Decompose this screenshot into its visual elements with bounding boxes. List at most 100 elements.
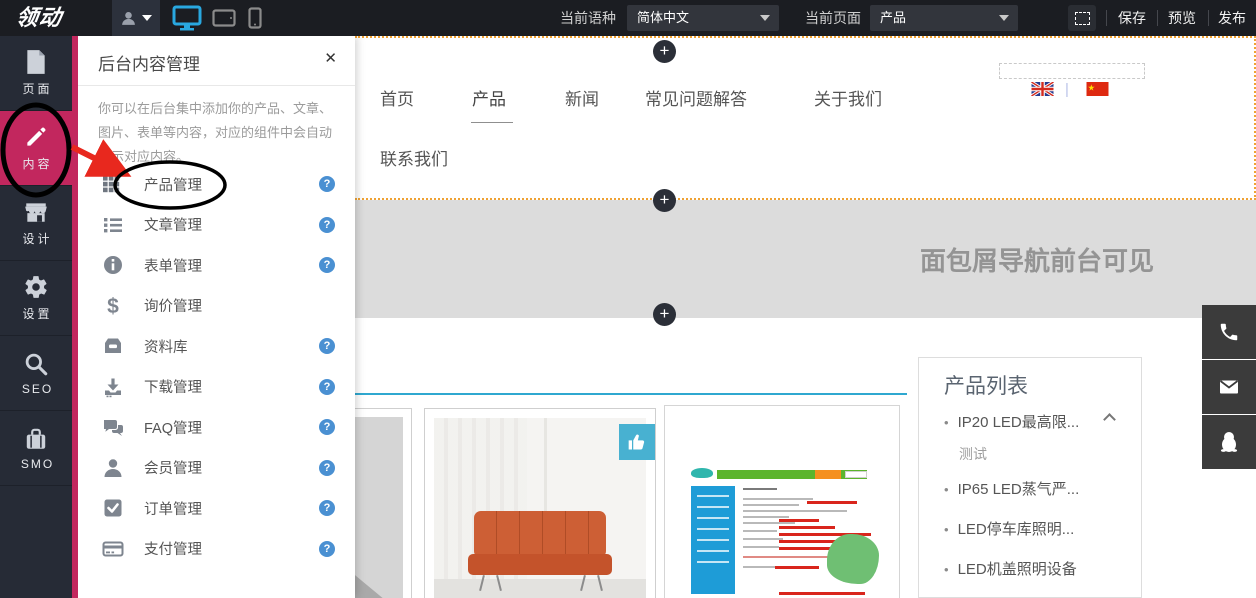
plus-icon: + [660, 41, 670, 60]
product-list-item[interactable]: •IP65 LED蒸气严... [944, 478, 1079, 499]
publish-button[interactable]: 发布 [1218, 0, 1246, 36]
help-icon[interactable]: ? [319, 338, 335, 354]
search-icon [23, 351, 49, 377]
save-button[interactable]: 保存 [1118, 0, 1146, 36]
sidebar-item-label: 页面 [19, 80, 52, 97]
menu-item-label: 会员管理 [144, 457, 202, 478]
dollar-icon: $ [100, 295, 126, 317]
empty-widget-placeholder[interactable] [999, 63, 1145, 79]
image-placeholder-icon [355, 417, 403, 598]
page-icon [24, 49, 48, 75]
chat-icon [100, 416, 126, 438]
thumbs-up-icon [627, 432, 647, 452]
menu-item-article-management[interactable]: 文章管理 ? [78, 205, 355, 246]
bullet-icon: • [944, 415, 949, 430]
menu-item-label: 文章管理 [144, 214, 202, 235]
sidebar-item-settings[interactable]: 设置 [0, 261, 72, 336]
site-nav-news[interactable]: 新闻 [565, 85, 599, 110]
desktop-view-button[interactable] [172, 5, 202, 31]
site-nav-products[interactable]: 产品 [472, 85, 506, 110]
product-card[interactable] [355, 408, 412, 598]
menu-item-member-management[interactable]: 会员管理 ? [78, 448, 355, 489]
content-management-panel: 后台内容管理 ✕ 你可以在后台集中添加你的产品、文章、图片、表单等内容，对应的组… [72, 36, 355, 598]
sidebar-item-label: SMO [18, 457, 54, 471]
sidebar-item-label: 设置 [19, 305, 52, 322]
chevron-down-icon [760, 15, 770, 21]
divider [1208, 10, 1209, 26]
editor-window: 领动 当前语种 简体中文 当前页面 产品 保存 预览 [0, 0, 1256, 598]
menu-item-label: 支付管理 [144, 538, 202, 559]
bullet-icon: • [944, 562, 949, 577]
active-nav-underline [471, 122, 513, 123]
mobile-view-button[interactable] [248, 5, 262, 31]
help-icon[interactable]: ? [319, 257, 335, 273]
preview-button[interactable]: 预览 [1168, 0, 1196, 36]
add-section-button-bottom[interactable]: + [653, 303, 676, 326]
site-nav-contact[interactable]: 联系我们 [380, 145, 448, 170]
email-contact-button[interactable] [1202, 360, 1256, 414]
language-select-value: 简体中文 [637, 10, 689, 25]
menu-item-payment-management[interactable]: 支付管理 ? [78, 529, 355, 570]
panel-description: 你可以在后台集中添加你的产品、文章、图片、表单等内容，对应的组件中会自动显示对应… [98, 97, 335, 169]
like-badge-button[interactable] [619, 424, 655, 460]
sidebar-item-seo[interactable]: SEO [0, 336, 72, 411]
section-outline-toggle-button[interactable] [1068, 5, 1096, 31]
user-icon [120, 10, 137, 27]
product-list-item[interactable]: •LED停车库照明... [944, 518, 1074, 539]
help-icon[interactable]: ? [319, 541, 335, 557]
sidebar-item-content[interactable]: 内容 [0, 111, 72, 186]
uk-flag-icon[interactable] [1031, 82, 1054, 96]
content-menu: 产品管理 ? 文章管理 ? 表单管理 ? $ 询价管理 资料库 ? [78, 164, 355, 569]
envelope-icon [1217, 375, 1241, 399]
site-nav-about[interactable]: 关于我们 [814, 85, 882, 110]
help-icon[interactable]: ? [319, 460, 335, 476]
product-card[interactable] [424, 408, 656, 598]
add-section-button-middle[interactable]: + [653, 189, 676, 212]
svg-text:$: $ [107, 295, 119, 317]
info-icon [100, 254, 126, 276]
tablet-view-button[interactable] [212, 5, 236, 31]
sidebar-item-label: 设计 [19, 230, 52, 247]
product-list-subitem[interactable]: 测试 [959, 444, 987, 464]
panel-header: 后台内容管理 ✕ [78, 36, 355, 86]
storefront-icon [23, 199, 49, 225]
current-page-select[interactable]: 产品 [870, 5, 1018, 31]
language-select[interactable]: 简体中文 [627, 5, 779, 31]
menu-item-download-management[interactable]: 下载管理 ? [78, 367, 355, 408]
menu-item-inquiry-management[interactable]: $ 询价管理 [78, 286, 355, 327]
menu-item-product-management[interactable]: 产品管理 ? [78, 164, 355, 205]
member-icon [100, 457, 126, 479]
user-menu-button[interactable] [112, 0, 160, 36]
menu-item-form-management[interactable]: 表单管理 ? [78, 245, 355, 286]
sidebar-item-pages[interactable]: 页面 [0, 36, 72, 111]
help-icon[interactable]: ? [319, 176, 335, 192]
help-icon[interactable]: ? [319, 500, 335, 516]
help-icon[interactable]: ? [319, 217, 335, 233]
sidebar-item-design[interactable]: 设计 [0, 186, 72, 261]
help-icon[interactable]: ? [319, 419, 335, 435]
sidebar-item-smo[interactable]: SMO [0, 411, 72, 486]
component-highlight-line [355, 393, 907, 395]
mobile-icon [248, 7, 262, 29]
product-card[interactable] [664, 405, 900, 598]
menu-item-label: 询价管理 [144, 295, 202, 316]
phone-contact-button[interactable] [1202, 305, 1256, 359]
qq-contact-button[interactable] [1202, 415, 1256, 469]
download-icon [100, 376, 126, 398]
site-nav-faq[interactable]: 常见问题解答 [645, 85, 747, 110]
menu-item-faq-management[interactable]: FAQ管理 ? [78, 407, 355, 448]
add-section-button-top[interactable]: + [653, 40, 676, 63]
menu-item-label: 下载管理 [144, 376, 202, 397]
chevron-up-icon[interactable] [1103, 413, 1116, 426]
site-nav-home[interactable]: 首页 [380, 85, 414, 110]
menu-item-resource-library[interactable]: 资料库 ? [78, 326, 355, 367]
breadcrumb-banner: 面包屑导航前台可见 [355, 200, 1256, 318]
product-list-item[interactable]: •IP20 LED最高限... [944, 411, 1079, 432]
menu-item-label: 表单管理 [144, 255, 202, 276]
product-list-item[interactable]: •LED机盖照明设备 [944, 558, 1077, 579]
china-flag-icon[interactable] [1086, 82, 1109, 96]
menu-item-order-management[interactable]: 订单管理 ? [78, 488, 355, 529]
help-icon[interactable]: ? [319, 379, 335, 395]
chevron-down-icon [999, 15, 1009, 21]
close-icon[interactable]: ✕ [324, 49, 337, 67]
